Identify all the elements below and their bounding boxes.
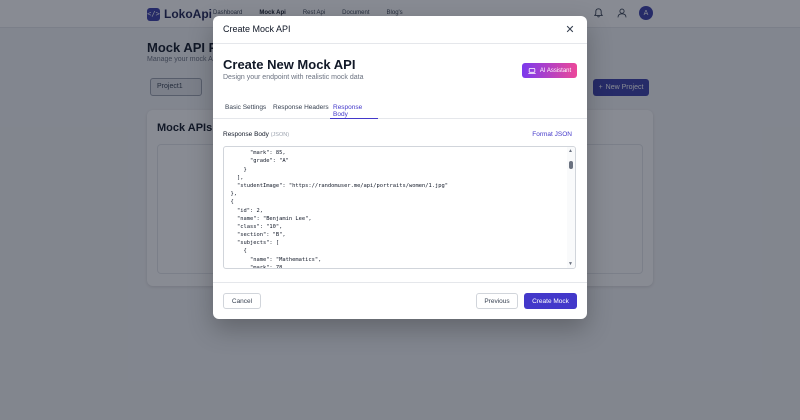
modal-header-title: Create Mock API: [223, 24, 291, 34]
previous-button[interactable]: Previous: [476, 293, 518, 309]
scroll-down-icon[interactable]: ▼: [568, 261, 573, 267]
code-line: "class": "10",: [224, 223, 283, 230]
code-line: "section": "B",: [224, 232, 286, 239]
response-body-label: Response Body (JSON): [223, 131, 289, 138]
code-line: }: [224, 166, 247, 173]
code-line: "id": 2,: [224, 207, 263, 214]
editor-scrollbar[interactable]: ▲ ▼: [567, 147, 575, 268]
code-line: "grade": "A": [224, 158, 289, 165]
code-line: "studentImage": "https://randomuser.me/a…: [224, 182, 448, 189]
code-line: {: [224, 248, 247, 255]
tab-response-headers[interactable]: Response Headers: [273, 98, 329, 119]
create-mock-button[interactable]: Create Mock: [524, 293, 577, 309]
code-line: ],: [224, 174, 244, 181]
tab-response-body[interactable]: Response Body: [330, 98, 378, 119]
modal-subtitle: Design your endpoint with realistic mock…: [223, 74, 364, 81]
response-body-editor[interactable]: "name": "Science", "mark": 85, "grade": …: [223, 146, 576, 269]
code-line: "mark": 85,: [224, 150, 286, 157]
scrollbar-thumb[interactable]: [569, 161, 573, 169]
response-body-label-text: Response Body: [223, 131, 269, 138]
modal-header: Create Mock API ✕: [213, 16, 587, 44]
close-icon[interactable]: ✕: [563, 22, 577, 36]
format-json-link[interactable]: Format JSON: [532, 131, 572, 138]
code-line: {: [224, 199, 234, 206]
code-line: "name": "Mathematics",: [224, 256, 322, 263]
modal-footer: Cancel Previous Create Mock: [213, 282, 587, 319]
create-mock-modal: Create Mock API ✕ Create New Mock API De…: [213, 16, 587, 319]
laptop-icon: [528, 67, 536, 74]
response-body-hint: (JSON): [270, 132, 290, 138]
ai-assistant-label: AI Assistant: [539, 67, 572, 74]
json-code: "name": "Science", "mark": 85, "grade": …: [224, 147, 564, 269]
code-line: "name": "Benjamin Lee",: [224, 215, 312, 222]
modal-tabs: Basic Settings Response Headers Response…: [213, 98, 587, 119]
cancel-button[interactable]: Cancel: [223, 293, 261, 309]
modal-title: Create New Mock API: [223, 57, 356, 72]
code-line: },: [224, 191, 237, 198]
code-line: "subjects": [: [224, 240, 280, 247]
tab-basic-settings[interactable]: Basic Settings: [225, 98, 266, 119]
code-line: "mark": 78,: [224, 264, 286, 269]
ai-assistant-button[interactable]: AI Assistant: [522, 63, 577, 78]
scroll-up-icon[interactable]: ▲: [568, 148, 573, 154]
